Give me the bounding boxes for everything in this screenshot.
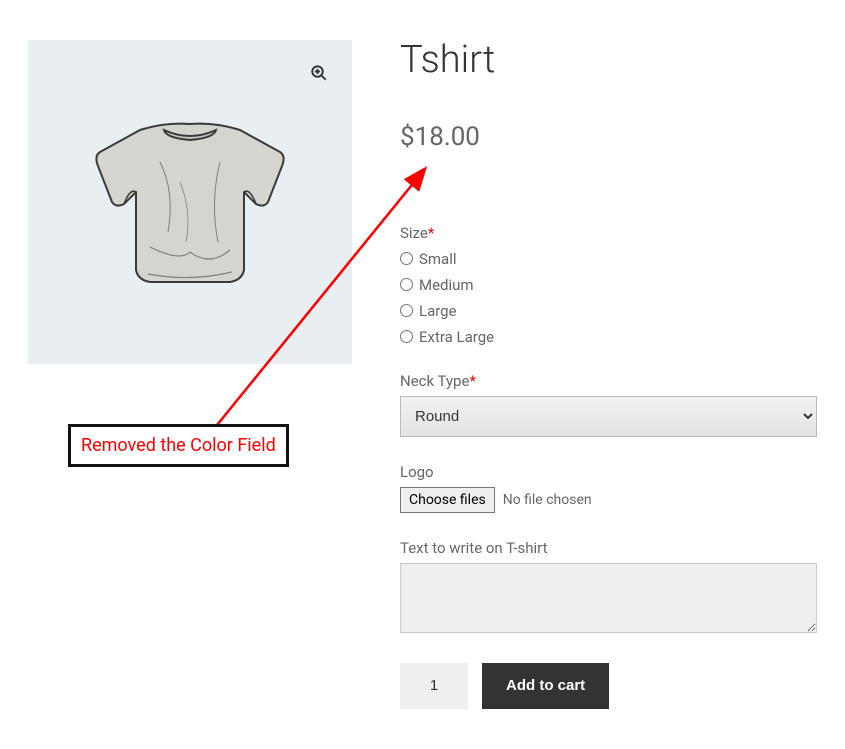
file-status-text: No file chosen — [503, 492, 592, 508]
required-mark: * — [428, 224, 434, 242]
zoom-icon[interactable] — [304, 58, 334, 88]
size-radio-medium[interactable] — [400, 278, 413, 291]
size-option-small[interactable]: Small — [400, 250, 817, 268]
custom-text-label: Text to write on T-shirt — [400, 539, 817, 557]
product-title: Tshirt — [400, 40, 817, 82]
logo-label: Logo — [400, 463, 817, 481]
size-group: Size* Small Medium Large Extra Large — [400, 224, 817, 346]
size-radio-large[interactable] — [400, 304, 413, 317]
size-option-label: Large — [419, 302, 457, 320]
product-price: $18.00 — [400, 122, 817, 152]
required-mark: * — [469, 372, 475, 390]
add-to-cart-button[interactable]: Add to cart — [482, 663, 609, 709]
size-option-xlarge[interactable]: Extra Large — [400, 328, 817, 346]
size-label: Size* — [400, 224, 817, 242]
logo-group: Logo Choose files No file chosen — [400, 463, 817, 513]
size-option-label: Medium — [419, 276, 474, 294]
quantity-input[interactable] — [400, 663, 468, 709]
size-radio-xlarge[interactable] — [400, 330, 413, 343]
product-illustration — [80, 92, 300, 312]
size-radio-small[interactable] — [400, 252, 413, 265]
size-option-medium[interactable]: Medium — [400, 276, 817, 294]
choose-files-button[interactable]: Choose files — [400, 487, 495, 513]
size-option-label: Extra Large — [419, 328, 494, 346]
size-option-label: Small — [419, 250, 457, 268]
neck-label: Neck Type* — [400, 372, 817, 390]
size-option-large[interactable]: Large — [400, 302, 817, 320]
annotation-note: Removed the Color Field — [68, 424, 289, 467]
product-image-panel — [28, 40, 352, 364]
neck-select[interactable]: Round — [400, 396, 817, 437]
custom-text-group: Text to write on T-shirt — [400, 539, 817, 637]
neck-group: Neck Type* Round — [400, 372, 817, 437]
custom-text-input[interactable] — [400, 563, 817, 633]
annotation-text: Removed the Color Field — [81, 435, 276, 456]
